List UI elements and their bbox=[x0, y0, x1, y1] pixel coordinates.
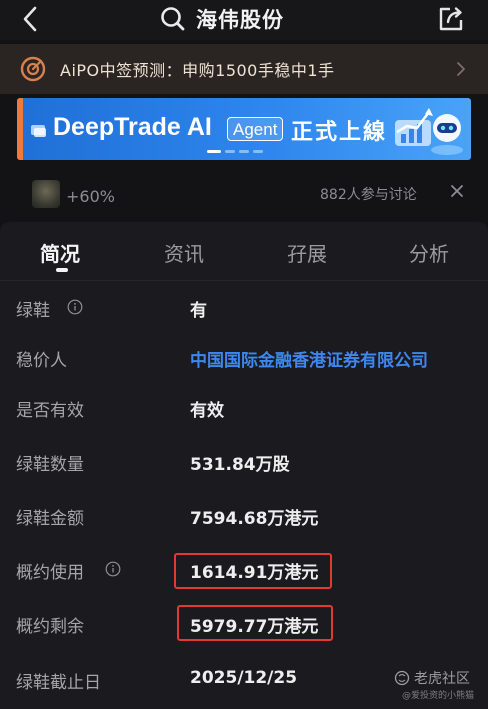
row-value: 有 bbox=[190, 301, 207, 321]
row-label: 概约使用 bbox=[16, 563, 84, 583]
target-icon bbox=[20, 56, 46, 82]
chevron-right-icon bbox=[457, 62, 465, 76]
carousel-indicator bbox=[207, 150, 263, 153]
share-button[interactable] bbox=[436, 4, 466, 34]
tab-overview[interactable]: 简况 bbox=[40, 238, 80, 267]
row-value: 7594.68万港元 bbox=[190, 509, 319, 529]
discussion-bar[interactable]: +60% 882人参与讨论 bbox=[0, 172, 488, 216]
close-icon[interactable] bbox=[448, 182, 466, 200]
row-label: 绿鞋 bbox=[16, 301, 50, 321]
share-icon bbox=[439, 7, 463, 31]
stabilizer-link[interactable]: 中国国际金融香港证券有限公司 bbox=[190, 346, 428, 371]
tab-margin[interactable]: 孖展 bbox=[287, 238, 327, 267]
row-greenshoe-amount: 绿鞋金额 7594.68万港元 bbox=[0, 490, 488, 544]
row-value: 2025/12/25 bbox=[190, 668, 298, 688]
row-label: 绿鞋金额 bbox=[16, 509, 84, 529]
active-tab-indicator bbox=[56, 268, 68, 272]
ad-agent-badge: Agent bbox=[227, 117, 284, 141]
watermark-handle: @爱投资的小熊猫 bbox=[402, 691, 475, 701]
avatar bbox=[32, 180, 60, 208]
row-effective: 是否有效 有效 bbox=[0, 382, 488, 436]
stock-title-search[interactable]: 海伟股份 bbox=[160, 4, 284, 34]
row-label: 是否有效 bbox=[16, 401, 84, 421]
top-nav-bar: 海伟股份 bbox=[0, 0, 488, 40]
back-button[interactable] bbox=[16, 4, 46, 34]
row-label: 稳价人 bbox=[16, 351, 67, 371]
chevron-left-icon bbox=[23, 6, 37, 32]
row-label: 绿鞋数量 bbox=[16, 455, 84, 475]
ipo-detail-card: 简况 资讯 孖展 分析 绿鞋 有 稳价人 中国国际金融香港证券有限公司 是否有效… bbox=[0, 222, 488, 709]
row-label: 绿鞋截止日 bbox=[16, 673, 101, 693]
aipo-prediction-banner[interactable]: AiPO中签预测：申购1500手稳中1手 bbox=[0, 44, 488, 94]
row-stabilizer: 稳价人 中国国际金融香港证券有限公司 bbox=[0, 332, 488, 386]
community-watermark: 老虎社区 @爱投资的小熊猫 bbox=[392, 666, 488, 706]
search-icon bbox=[161, 7, 185, 31]
highlight-box-used bbox=[174, 553, 332, 589]
row-greenshoe-quantity: 绿鞋数量 531.84万股 bbox=[0, 436, 488, 490]
tab-analysis[interactable]: 分析 bbox=[409, 238, 449, 267]
row-value: 有效 bbox=[190, 401, 224, 421]
robot-chart-icon bbox=[395, 108, 463, 155]
highlight-box-remaining bbox=[177, 605, 333, 641]
brand-logo-icon bbox=[31, 125, 46, 137]
ad-accent-stripe bbox=[17, 98, 23, 160]
divider bbox=[0, 280, 488, 281]
deeptrade-ad-banner[interactable]: DeepTrade AI Agent 正式上線 bbox=[17, 98, 471, 160]
page-title: 海伟股份 bbox=[196, 8, 284, 32]
tab-bar: 简况 资讯 孖展 分析 bbox=[0, 222, 488, 278]
discussion-change: +60% bbox=[66, 187, 115, 206]
watermark-name: 老虎社区 bbox=[414, 671, 470, 687]
aipo-banner-text: AiPO中签预测：申购1500手稳中1手 bbox=[60, 61, 335, 80]
row-label: 概约剩余 bbox=[16, 617, 84, 637]
info-icon[interactable] bbox=[105, 561, 121, 577]
ad-brand-text: DeepTrade AI bbox=[53, 113, 212, 141]
row-greenshoe: 绿鞋 有 bbox=[0, 282, 488, 336]
ad-launch-text: 正式上線 bbox=[291, 120, 388, 145]
tiger-logo-icon bbox=[394, 670, 410, 686]
tab-news[interactable]: 资讯 bbox=[164, 238, 204, 267]
row-value: 531.84万股 bbox=[190, 455, 290, 475]
discussion-count: 882人参与讨论 bbox=[320, 187, 417, 203]
info-icon[interactable] bbox=[67, 299, 83, 315]
